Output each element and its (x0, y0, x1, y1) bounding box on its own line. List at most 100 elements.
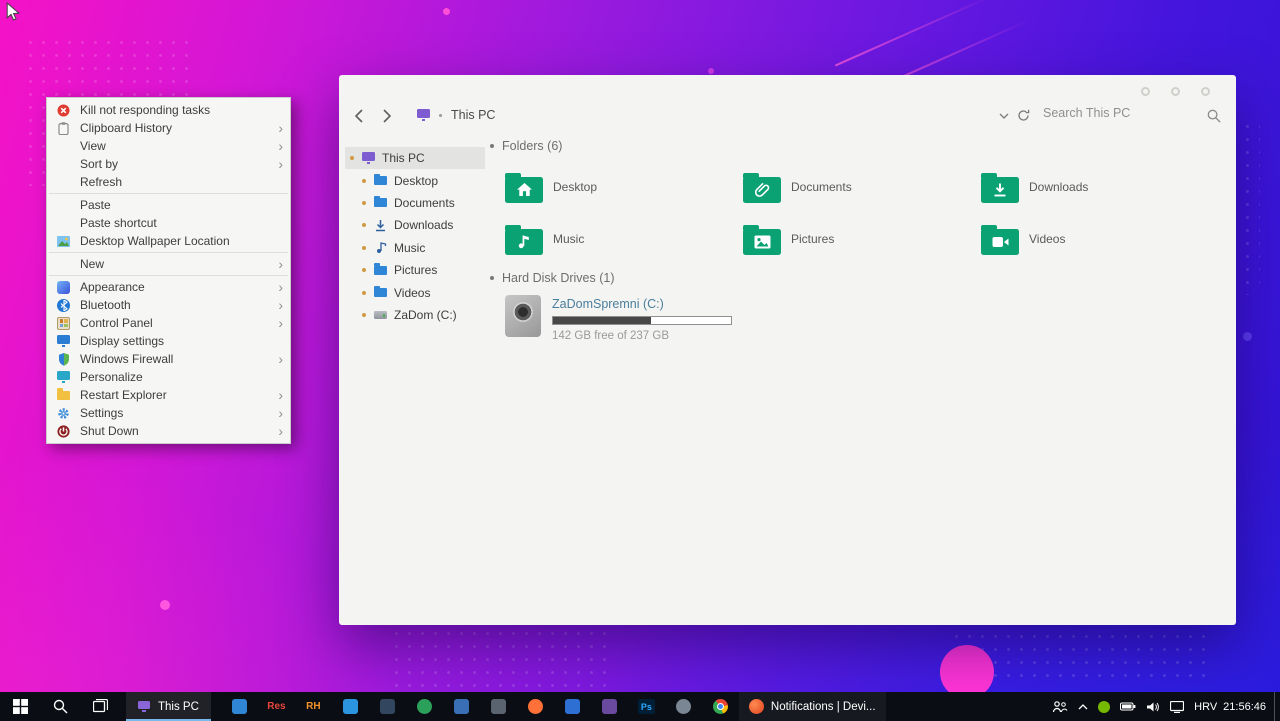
network-display-icon[interactable] (1170, 701, 1184, 713)
taskbar-app-camera-icon[interactable] (480, 692, 517, 721)
gpu-tray-icon[interactable] (1098, 701, 1110, 713)
folder-icon (981, 177, 1019, 203)
menu-item-label: Personalize (80, 370, 273, 384)
submenu-chevron-icon: › (273, 121, 283, 135)
taskbar-app-blue2-icon[interactable] (554, 692, 591, 721)
menu-item-label: New (80, 257, 273, 271)
section-bullet (490, 276, 494, 280)
taskbar-app-purple-icon[interactable] (591, 692, 628, 721)
mouse-cursor-icon (6, 2, 20, 22)
menu-item-kill-not-responding-tasks[interactable]: Kill not responding tasks (47, 101, 290, 119)
menu-item-label: Paste shortcut (80, 216, 273, 230)
notification-button-label: Notifications | Devi... (771, 701, 876, 713)
menu-item-paste[interactable]: Paste (47, 196, 290, 214)
start-button[interactable] (0, 692, 40, 721)
menu-item-label: Display settings (80, 334, 273, 348)
drive-capacity-bar (552, 316, 732, 325)
clock[interactable]: 21:56:46 (1223, 701, 1266, 713)
drive-capacity-fill (553, 317, 651, 324)
menu-item-label: Kill not responding tasks (80, 103, 273, 117)
folder-tile-downloads[interactable]: Downloads (981, 171, 1201, 203)
folders-grid: Desktop Documents Downloads Music Pictures Vi… (339, 75, 1236, 625)
taskbar-app-res-icon[interactable]: Res (258, 692, 295, 721)
people-icon[interactable] (1052, 700, 1068, 714)
menu-item-label: Sort by (80, 157, 273, 171)
menu-item-display-settings[interactable]: Display settings (47, 332, 290, 350)
taskbar-app-files-icon[interactable] (221, 692, 258, 721)
submenu-chevron-icon: › (273, 298, 283, 312)
submenu-chevron-icon: › (273, 352, 283, 366)
menu-item-view[interactable]: View› (47, 137, 290, 155)
folder-tile-documents[interactable]: Documents (743, 171, 963, 203)
taskbar-notification-button[interactable]: Notifications | Devi... (739, 692, 886, 721)
battery-icon[interactable] (1120, 702, 1136, 711)
this-pc-icon (138, 701, 150, 709)
language-indicator[interactable]: HRV (1194, 701, 1217, 713)
taskbar-app-blue-icon[interactable] (443, 692, 480, 721)
menu-item-bluetooth[interactable]: Bluetooth› (47, 296, 290, 314)
menu-item-appearance[interactable]: Appearance› (47, 278, 290, 296)
taskbar-this-pc-button[interactable]: This PC (126, 692, 211, 721)
taskbar-app-dark-icon[interactable] (369, 692, 406, 721)
folder-tile-desktop[interactable]: Desktop (505, 171, 725, 203)
menu-item-new[interactable]: New› (47, 255, 290, 273)
drives-section-header: Hard Disk Drives (1) (490, 271, 615, 285)
drive-item-c[interactable]: ZaDomSpremni (C:) 142 GB free of 237 GB (505, 295, 732, 342)
menu-item-shut-down[interactable]: Shut Down› (47, 422, 290, 440)
taskbar-app-chrome-icon[interactable] (702, 692, 739, 721)
clipboard-icon (56, 121, 71, 136)
menu-item-label: View (80, 139, 273, 153)
taskbar-search-button[interactable] (40, 692, 80, 721)
taskbar-app-rh-icon[interactable]: RH (295, 692, 332, 721)
menu-item-personalize[interactable]: Personalize (47, 368, 290, 386)
music-glyph (517, 234, 531, 249)
menu-item-windows-firewall[interactable]: Windows Firewall› (47, 350, 290, 368)
show-desktop-button[interactable] (1274, 692, 1280, 721)
menu-item-restart-explorer[interactable]: Restart Explorer› (47, 386, 290, 404)
submenu-chevron-icon: › (273, 257, 283, 271)
drive-info: ZaDomSpremni (C:) 142 GB free of 237 GB (552, 295, 732, 342)
menu-item-icon-empty (56, 216, 71, 231)
menu-item-paste-shortcut[interactable]: Paste shortcut (47, 214, 290, 232)
folder-icon (505, 229, 543, 255)
hidden-icons-caret-icon[interactable] (1078, 704, 1088, 710)
menu-item-label: Bluetooth (80, 298, 273, 312)
folder-tile-label: Documents (791, 180, 852, 194)
task-view-button[interactable] (80, 692, 120, 721)
taskbar-app-green-icon[interactable] (406, 692, 443, 721)
taskbar-app-mail-icon[interactable] (332, 692, 369, 721)
settings-icon (56, 406, 71, 421)
taskbar-app-firefox-icon[interactable] (517, 692, 554, 721)
menu-separator (49, 275, 288, 276)
wallpaper-icon (56, 234, 71, 249)
menu-item-sort-by[interactable]: Sort by› (47, 155, 290, 173)
video-glyph (992, 236, 1009, 248)
wallpaper-line (835, 0, 991, 66)
menu-item-label: Shut Down (80, 424, 273, 438)
drive-name: ZaDomSpremni (C:) (552, 297, 732, 311)
taskbar-app-photoshop-icon[interactable]: Ps (628, 692, 665, 721)
menu-item-label: Restart Explorer (80, 388, 273, 402)
menu-item-settings[interactable]: Settings› (47, 404, 290, 422)
taskbar-spacer (886, 692, 1053, 721)
hard-drive-icon (505, 295, 541, 337)
menu-item-label: Control Panel (80, 316, 273, 330)
wallpaper-circle (160, 600, 170, 610)
folder-tile-pictures[interactable]: Pictures (743, 223, 963, 255)
folder-icon (505, 177, 543, 203)
picture-glyph (754, 235, 771, 249)
wallpaper-circle (443, 8, 450, 15)
menu-item-clipboard-history[interactable]: Clipboard History› (47, 119, 290, 137)
folder-tile-videos[interactable]: Videos (981, 223, 1201, 255)
volume-icon[interactable] (1146, 701, 1160, 713)
taskbar-app-gray-icon[interactable] (665, 692, 702, 721)
menu-item-icon-empty (56, 175, 71, 190)
menu-item-label: Refresh (80, 175, 273, 189)
menu-item-control-panel[interactable]: Control Panel› (47, 314, 290, 332)
taskbar: This PC ResRHPs Notifications | Devi... … (0, 692, 1280, 721)
personalize-icon (56, 370, 71, 385)
menu-item-refresh[interactable]: Refresh (47, 173, 290, 191)
folder-tile-music[interactable]: Music (505, 223, 725, 255)
menu-item-desktop-wallpaper-location[interactable]: Desktop Wallpaper Location (47, 232, 290, 250)
kill-tasks-icon (56, 103, 71, 118)
